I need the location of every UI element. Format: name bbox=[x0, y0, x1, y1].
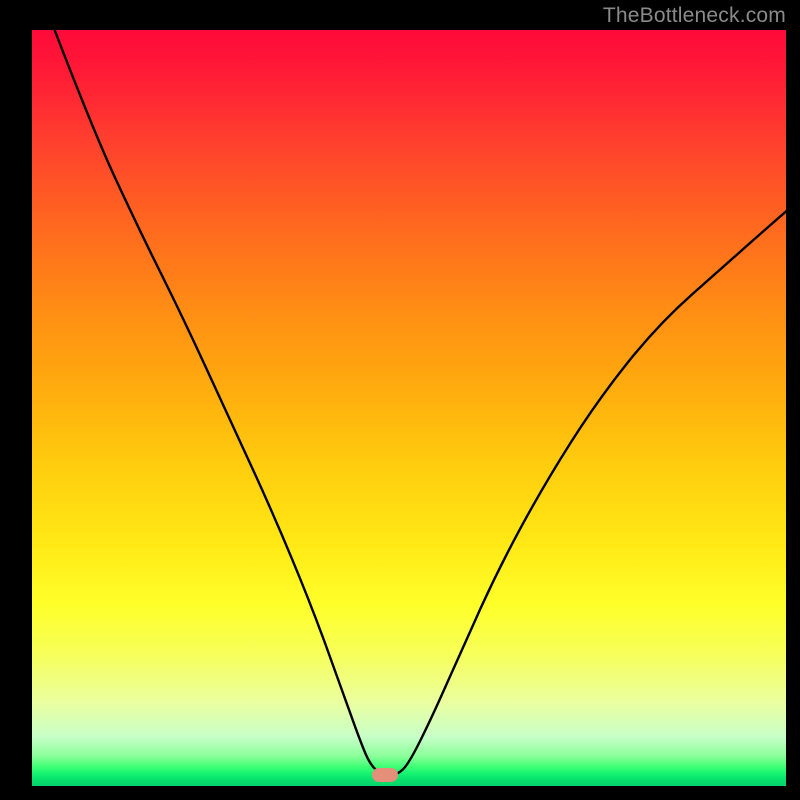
chart-frame: TheBottleneck.com bbox=[0, 0, 800, 800]
bottleneck-curve bbox=[32, 30, 786, 786]
watermark-text: TheBottleneck.com bbox=[603, 4, 786, 28]
optimum-marker bbox=[372, 768, 398, 782]
plot-area bbox=[32, 30, 786, 786]
